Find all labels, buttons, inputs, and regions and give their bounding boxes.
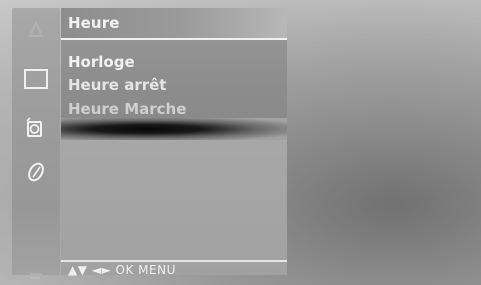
menu-category-sidebar: [12, 8, 60, 279]
menu-item-heure-arret[interactable]: Heure arrêt: [68, 76, 166, 94]
tv-menu-screen: Heure Horloge Heure arrêt Heure Marche ▲…: [0, 0, 481, 285]
menu-title-bar: Heure: [61, 8, 287, 38]
alarm-clock-icon[interactable]: [22, 115, 50, 137]
option-icon[interactable]: [22, 160, 50, 182]
obscured-menu-row: [61, 118, 287, 140]
navigation-hint: ▲▼ ◄► OK MENU: [68, 263, 176, 277]
time-menu-panel: Heure Horloge Heure arrêt Heure Marche ▲…: [61, 8, 287, 277]
menu-title: Heure: [68, 14, 120, 32]
menu-item-horloge[interactable]: Horloge: [68, 53, 135, 71]
faded-bottom-icon: [22, 264, 50, 285]
tv-screen-icon[interactable]: [22, 68, 50, 90]
menu-item-heure-marche[interactable]: Heure Marche: [68, 100, 186, 118]
menu-item-list: Horloge Heure arrêt Heure Marche: [61, 40, 287, 118]
faded-top-icon: [22, 18, 50, 40]
